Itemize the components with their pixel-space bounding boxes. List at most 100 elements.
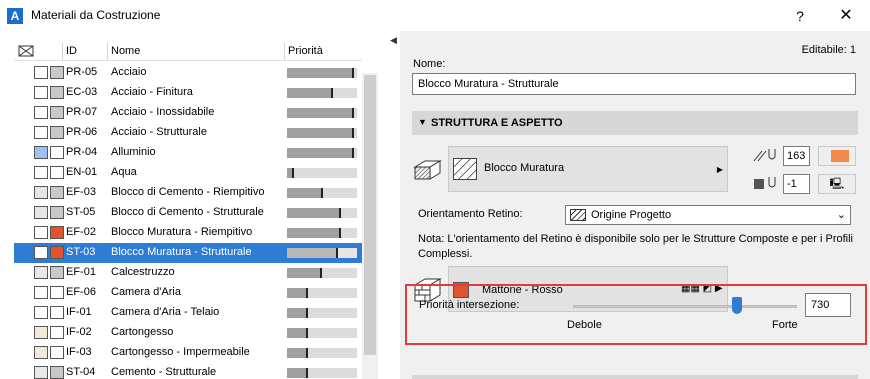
- priority-bar: [287, 208, 357, 218]
- fill-swatch: [34, 186, 48, 199]
- fill-swatch: [34, 126, 48, 139]
- fill-swatch: [34, 286, 48, 299]
- priority-bar: [287, 188, 357, 198]
- window-title: Materiali da Costruzione: [31, 8, 161, 22]
- list-item[interactable]: EN-01 Aqua: [14, 163, 362, 183]
- next-section-header[interactable]: [412, 375, 858, 379]
- color-swatch: [50, 106, 64, 119]
- fill-pen-icon: [752, 147, 778, 167]
- list-item[interactable]: ST-04 Cemento - Strutturale: [14, 363, 362, 379]
- material-id: IF-01: [66, 306, 92, 318]
- material-name: Camera d'Aria: [111, 286, 181, 298]
- pen-color-button[interactable]: [818, 146, 856, 166]
- list-item[interactable]: ST-05 Blocco di Cemento - Strutturale: [14, 203, 362, 223]
- material-name: Alluminio: [111, 146, 156, 158]
- material-name: Calcestruzzo: [111, 266, 175, 278]
- color-swatch: [50, 166, 64, 179]
- column-header-name[interactable]: Nome: [111, 45, 140, 57]
- intersection-priority-highlight: Priorità intersezione: Debole Forte 730: [405, 284, 867, 345]
- priority-bar: [287, 88, 357, 98]
- material-name: Cartongesso - Impermeabile: [111, 346, 250, 358]
- material-name: Acciaio - Inossidabile: [111, 106, 215, 118]
- material-id: PR-05: [66, 66, 98, 78]
- scrollbar-thumb[interactable]: [364, 75, 376, 355]
- color-swatch: [50, 206, 64, 219]
- material-id: ST-03: [66, 246, 96, 258]
- column-header-id[interactable]: ID: [66, 45, 77, 57]
- monitor-icon[interactable]: 🖳: [818, 174, 856, 194]
- color-swatch: [50, 186, 64, 199]
- section-title: STRUTTURA E ASPETTO: [431, 117, 563, 129]
- list-item[interactable]: EF-03 Blocco di Cemento - Riempitivo: [14, 183, 362, 203]
- color-swatch: [50, 306, 64, 319]
- priority-value-input[interactable]: 730: [805, 293, 851, 317]
- priority-bar: [287, 228, 357, 238]
- fill-swatch: [34, 106, 48, 119]
- priority-bar: [287, 368, 357, 378]
- material-name: Acciaio - Finitura: [111, 86, 193, 98]
- priority-bar: [287, 308, 357, 318]
- material-id: PR-07: [66, 106, 98, 118]
- material-name: Blocco di Cemento - Strutturale: [111, 206, 264, 218]
- material-id: EN-01: [66, 166, 98, 178]
- fill-swatch: [34, 326, 48, 339]
- swatch-column-icon[interactable]: [18, 45, 34, 60]
- fill-swatch: [34, 226, 48, 239]
- priority-bar: [287, 108, 357, 118]
- expand-arrow-icon: ▼: [418, 117, 427, 127]
- orientation-select[interactable]: Origine Progetto ⌄: [565, 205, 851, 225]
- list-item[interactable]: EF-01 Calcestruzzo: [14, 263, 362, 283]
- material-name: Camera d'Aria - Telaio: [111, 306, 220, 318]
- priority-bar: [287, 268, 357, 278]
- priority-bar: [287, 68, 357, 78]
- priority-bar: [287, 128, 357, 138]
- close-button[interactable]: ✕: [834, 5, 858, 27]
- list-item[interactable]: PR-06 Acciaio - Strutturale: [14, 123, 362, 143]
- section-structure-appearance[interactable]: ▼ STRUTTURA E ASPETTO: [412, 111, 858, 135]
- fill-swatch: [34, 146, 48, 159]
- list-item[interactable]: PR-07 Acciaio - Inossidabile: [14, 103, 362, 123]
- fill-swatch: [34, 166, 48, 179]
- list-item[interactable]: EF-02 Blocco Muratura - Riempitivo: [14, 223, 362, 243]
- list-item[interactable]: ST-03 Blocco Muratura - Strutturale: [14, 243, 362, 263]
- list-scrollbar[interactable]: [362, 73, 378, 379]
- name-label: Nome:: [413, 58, 446, 70]
- list-item[interactable]: EF-06 Camera d'Aria: [14, 283, 362, 303]
- material-id: IF-02: [66, 326, 92, 338]
- fill-pen-input[interactable]: 163: [783, 146, 810, 166]
- materials-rows: PR-05 Acciaio EC-03 Acciaio - Finitura PR-07…: [14, 63, 362, 379]
- priority-slider-track[interactable]: [573, 305, 797, 308]
- color-swatch: [50, 326, 64, 339]
- structure-fill-button[interactable]: Blocco Muratura ▶: [448, 146, 728, 192]
- list-item[interactable]: PR-05 Acciaio: [14, 63, 362, 83]
- structure-fill-label: Blocco Muratura: [484, 162, 565, 174]
- list-item[interactable]: IF-01 Camera d'Aria - Telaio: [14, 303, 362, 323]
- material-id: EF-01: [66, 266, 96, 278]
- material-name: Cemento - Strutturale: [111, 366, 217, 378]
- material-name: Acciaio: [111, 66, 147, 78]
- color-swatch: [50, 346, 64, 359]
- help-button[interactable]: ?: [790, 6, 810, 26]
- list-header: ID Nome Priorità: [14, 43, 362, 61]
- color-swatch: [50, 226, 64, 239]
- color-swatch: [50, 146, 64, 159]
- material-name: Cartongesso: [111, 326, 174, 338]
- list-item[interactable]: IF-02 Cartongesso: [14, 323, 362, 343]
- list-item[interactable]: IF-03 Cartongesso - Impermeabile: [14, 343, 362, 363]
- list-item[interactable]: PR-04 Alluminio: [14, 143, 362, 163]
- materials-list-panel: ID Nome Priorità PR-05 Acciaio EC-03 Acciai…: [0, 31, 400, 379]
- priority-slider-thumb[interactable]: [731, 297, 742, 314]
- name-input[interactable]: Blocco Muratura - Strutturale: [412, 73, 856, 95]
- color-swatch: [50, 66, 64, 79]
- fill-swatch: [34, 66, 48, 79]
- column-header-priority[interactable]: Priorità: [288, 45, 323, 57]
- collapse-panel-icon[interactable]: ◀: [390, 35, 397, 46]
- list-item[interactable]: EC-03 Acciaio - Finitura: [14, 83, 362, 103]
- background-pen-input[interactable]: -1: [783, 174, 810, 194]
- fill-swatch: [34, 346, 48, 359]
- priority-bar: [287, 328, 357, 338]
- material-name: Blocco Muratura - Strutturale: [111, 246, 252, 258]
- fill-pattern-swatch: [453, 158, 477, 180]
- orientation-label: Orientamento Retino:: [418, 208, 523, 220]
- material-id: EF-03: [66, 186, 96, 198]
